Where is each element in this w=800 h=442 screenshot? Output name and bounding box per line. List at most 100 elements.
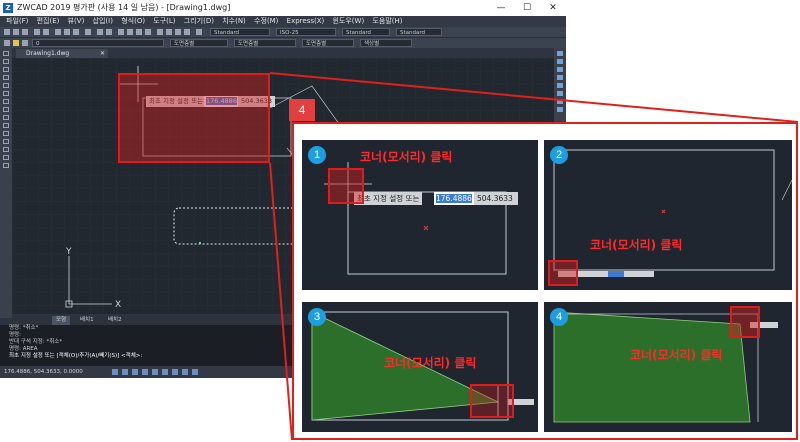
tab-layout2[interactable]: 배치2 (104, 316, 126, 325)
grid-toggle-icon[interactable] (122, 369, 128, 375)
erase-tool-icon[interactable] (557, 51, 563, 56)
circle-tool-icon[interactable] (3, 67, 9, 72)
print-icon[interactable] (34, 29, 40, 35)
step1-prompt-x[interactable]: 176.4886 (434, 192, 474, 205)
ortho-toggle-icon[interactable] (132, 369, 138, 375)
redo-icon[interactable] (106, 29, 112, 35)
snap-toggle-icon[interactable] (112, 369, 118, 375)
coordinate-readout: 176.4886, 504.3633, 0.0000 (4, 369, 83, 375)
table-style-select[interactable]: Standard (342, 28, 390, 36)
plot-style-select[interactable]: 색상별 (360, 39, 412, 47)
ucs-x-label: X (115, 300, 121, 310)
zoom-window-icon[interactable] (136, 29, 142, 35)
cut-icon[interactable] (55, 29, 61, 35)
document-tab-close-icon[interactable]: ✕ (100, 49, 105, 58)
menu-help[interactable]: 도움말(H) (372, 16, 402, 27)
title-bar: Z ZWCAD 2019 평가판 (사용 14 일 남음) - [Drawing… (0, 0, 566, 16)
mirror-tool-icon[interactable] (557, 67, 563, 72)
revision-cloud-tool-icon[interactable] (3, 115, 9, 120)
properties-icon[interactable] (157, 29, 163, 35)
polygon-tool-icon[interactable] (3, 91, 9, 96)
minimize-button[interactable]: — (488, 0, 514, 16)
dynamic-input-toggle-icon[interactable] (182, 369, 188, 375)
rectangle-tool-icon[interactable] (3, 83, 9, 88)
osnap-toggle-icon[interactable] (152, 369, 158, 375)
dim-style-select[interactable]: ISO-25 (276, 28, 336, 36)
menu-edit[interactable]: 편집(E) (37, 16, 60, 27)
region-tool-icon[interactable] (3, 147, 9, 152)
selection-cycling-icon[interactable] (192, 369, 198, 375)
polygon-shape (781, 179, 792, 201)
linetype-select[interactable]: 도면층별 (234, 39, 296, 47)
step1-prompt-label: 최초 지정 설정 또는 (354, 192, 423, 205)
document-tab-name: Drawing1.dwg (26, 50, 70, 57)
preview-icon[interactable] (43, 29, 49, 35)
lineweight-toggle-icon[interactable] (172, 369, 178, 375)
otrack-toggle-icon[interactable] (162, 369, 168, 375)
menu-dimension[interactable]: 치수(N) (222, 16, 246, 27)
color-select[interactable]: 도면층별 (170, 39, 228, 47)
menu-modify[interactable]: 수정(M) (254, 16, 278, 27)
step-callout: 최초 지정 설정 또는 176.4886 504.3633 코너(모서리) 클릭… (292, 122, 798, 440)
match-properties-icon[interactable] (85, 29, 91, 35)
step4-badge: 4 (550, 308, 568, 326)
step2-caption: 코너(모서리) 클릭 (590, 238, 683, 252)
open-file-icon[interactable] (13, 29, 19, 35)
menu-format[interactable]: 형식(O) (121, 16, 145, 27)
menu-window[interactable]: 윈도우(W) (332, 16, 364, 27)
step2-prompt-value (608, 271, 624, 277)
area-fill-quad (553, 311, 751, 423)
menu-draw[interactable]: 그리기(D) (184, 16, 214, 27)
tab-layout1[interactable]: 배치1 (76, 316, 98, 325)
arc-tool-icon[interactable] (3, 75, 9, 80)
save-icon[interactable] (22, 29, 28, 35)
pan-icon[interactable] (118, 29, 124, 35)
close-button[interactable]: ✕ (540, 0, 566, 16)
step1-caption: 코너(모서리) 클릭 (360, 150, 453, 164)
copy-tool-icon[interactable] (557, 59, 563, 64)
menu-view[interactable]: 뷰(V) (68, 16, 85, 27)
array-tool-icon[interactable] (557, 83, 563, 88)
multileader-style-select[interactable]: Standard (396, 28, 442, 36)
callout-number-tag: 4 (289, 99, 315, 121)
calculator-icon[interactable] (184, 29, 190, 35)
text-style-select[interactable]: Standard (210, 28, 270, 36)
menu-insert[interactable]: 삽입(I) (93, 16, 113, 27)
layer-select[interactable]: 0 (32, 39, 164, 47)
line-tool-icon[interactable] (3, 51, 9, 56)
zoom-previous-icon[interactable] (145, 29, 151, 35)
spline-tool-icon[interactable] (3, 107, 9, 112)
paste-icon[interactable] (73, 29, 79, 35)
layer-previous-icon[interactable] (22, 40, 28, 46)
maximize-button[interactable]: ☐ (514, 0, 540, 16)
rotate-tool-icon[interactable] (557, 99, 563, 104)
help-icon[interactable] (196, 29, 202, 35)
menu-tools[interactable]: 도구(L) (153, 16, 175, 27)
menu-express[interactable]: Express(X) (287, 16, 325, 27)
ellipse-tool-icon[interactable] (3, 99, 9, 104)
tab-model[interactable]: 모형 (52, 316, 71, 325)
step1-prompt-y[interactable]: 504.3633 (474, 192, 518, 205)
menu-file[interactable]: 파일(F) (6, 16, 28, 27)
lineweight-select[interactable]: 도면층별 (302, 39, 354, 47)
undo-icon[interactable] (97, 29, 103, 35)
polar-toggle-icon[interactable] (142, 369, 148, 375)
tool-palette-icon[interactable] (175, 29, 181, 35)
design-center-icon[interactable] (166, 29, 172, 35)
copy-icon[interactable] (64, 29, 70, 35)
step2-drawing (553, 149, 792, 277)
table-tool-icon[interactable] (3, 155, 9, 160)
polyline-tool-icon[interactable] (3, 59, 9, 64)
block-tool-icon[interactable] (3, 123, 9, 128)
mtext-tool-icon[interactable] (3, 163, 9, 168)
new-file-icon[interactable] (4, 29, 10, 35)
scale-tool-icon[interactable] (557, 107, 563, 112)
point-tool-icon[interactable] (3, 131, 9, 136)
offset-tool-icon[interactable] (557, 75, 563, 80)
layer-manager-icon[interactable] (4, 40, 10, 46)
layer-state-icon[interactable] (13, 40, 19, 46)
zoom-icon[interactable] (127, 29, 133, 35)
move-tool-icon[interactable] (557, 91, 563, 96)
document-tab[interactable]: Drawing1.dwg ✕ (16, 49, 108, 58)
hatch-tool-icon[interactable] (3, 139, 9, 144)
